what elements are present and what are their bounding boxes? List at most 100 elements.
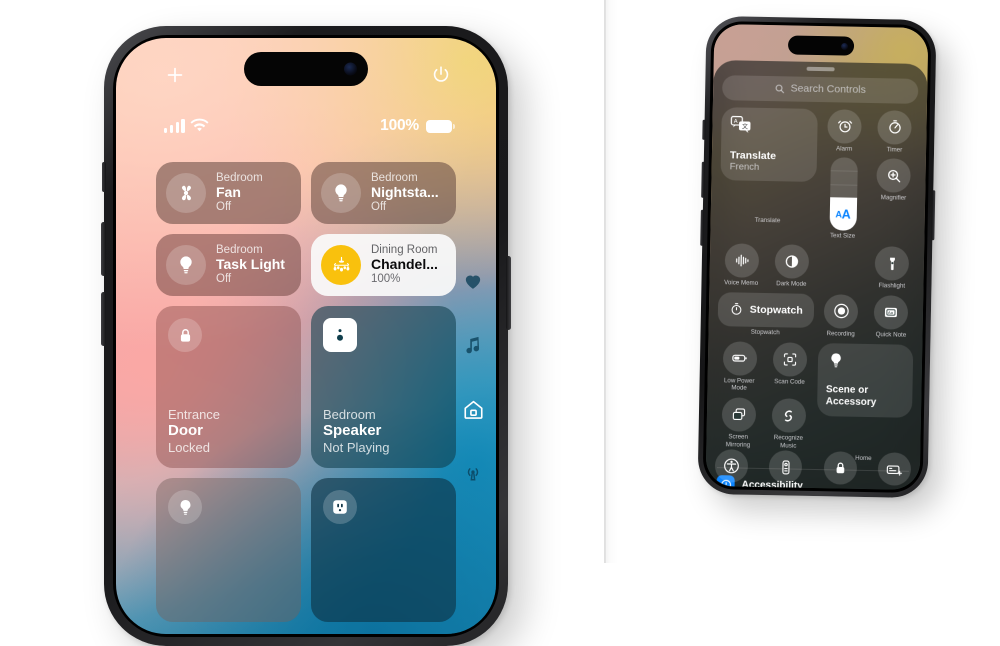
- sensor-icon[interactable]: [462, 462, 484, 484]
- volume-down-button[interactable]: [101, 292, 106, 346]
- controls-grid: A 文 Translate French: [715, 107, 918, 463]
- tile-name: Door: [168, 422, 289, 440]
- timer-icon: [878, 110, 913, 145]
- bulb-icon: [166, 245, 206, 285]
- tile-state: 100%: [371, 273, 438, 286]
- control-low-power-mode[interactable]: Low Power Mode: [716, 341, 762, 393]
- control-voice-memo[interactable]: Voice Memo: [718, 243, 764, 288]
- control-caption: Low Power Mode: [724, 377, 755, 393]
- translate-icon: A 文: [730, 115, 808, 134]
- flashlight-icon: [875, 246, 910, 281]
- tile-room: Dining Room: [371, 244, 438, 257]
- text-size-slider[interactable]: A A: [829, 157, 857, 231]
- control-dark-mode[interactable]: Dark Mode: [769, 244, 815, 289]
- battery-full-icon: [426, 120, 452, 133]
- remote-icon[interactable]: [769, 450, 803, 484]
- control-timer[interactable]: Timer: [872, 110, 918, 155]
- side-power-button[interactable]: [506, 256, 511, 330]
- tile-bedroom-task-light[interactable]: Bedroom Task Light Off: [156, 234, 301, 296]
- tile-bedroom-nightstand[interactable]: Bedroom Nightsta... Off: [311, 162, 456, 224]
- control-scan-code[interactable]: Scan Code: [767, 342, 813, 394]
- music-icon[interactable]: [462, 334, 484, 356]
- quick-note-icon: Aa: [874, 295, 909, 330]
- heart-icon[interactable]: [462, 270, 484, 292]
- control-quick-note[interactable]: Aa Quick Note: [868, 295, 914, 340]
- side-power-button-right[interactable]: [931, 190, 935, 240]
- mute-switch-right[interactable]: [702, 120, 705, 140]
- accessibility-icon[interactable]: [715, 449, 749, 483]
- tile-partial-outlet[interactable]: [311, 478, 456, 622]
- scan-code-icon: [773, 342, 808, 377]
- record-icon: [824, 294, 859, 329]
- wifi-icon: [190, 118, 209, 133]
- control-recognize-music[interactable]: Recognize Music: [766, 398, 812, 450]
- control-caption: Stopwatch: [751, 328, 780, 336]
- screen-mirroring-icon: [721, 397, 756, 432]
- right-phone-device: Search Controls A: [697, 16, 936, 498]
- volume-up-button[interactable]: [101, 222, 106, 276]
- search-icon: [774, 83, 785, 94]
- lock-icon[interactable]: [823, 451, 857, 485]
- scene-title: Scene or Accessory: [826, 384, 904, 409]
- search-input[interactable]: Search Controls: [722, 75, 918, 104]
- waveform-icon: [724, 243, 759, 278]
- control-caption: Timer: [887, 146, 903, 154]
- home-accessory-grid: Bedroom Fan Off Bedro: [156, 162, 456, 622]
- control-alarm[interactable]: Alarm: [822, 109, 868, 154]
- control-scene-or-accessory[interactable]: Scene or Accessory: [816, 343, 913, 418]
- panel-divider-shadow: [604, 0, 618, 563]
- shazam-icon: [772, 398, 807, 433]
- panel-divider-line: [604, 0, 606, 563]
- keyboard-add-icon[interactable]: [878, 452, 912, 486]
- tile-partial-light[interactable]: [156, 478, 301, 622]
- control-stopwatch[interactable]: Stopwatch: [718, 292, 814, 328]
- tile-dining-room-chandelier[interactable]: Dining Room Chandel... 100%: [311, 234, 456, 296]
- control-text-size[interactable]: A A Text Size: [820, 157, 867, 241]
- control-magnifier[interactable]: Magnifier: [871, 158, 917, 217]
- control-translate-widget[interactable]: A 文 Translate French: [720, 107, 817, 182]
- tile-name: Speaker: [323, 422, 444, 440]
- right-phone-wrapper: Search Controls A: [697, 16, 936, 498]
- tile-name: Fan: [216, 185, 263, 201]
- tile-name: Nightsta...: [371, 185, 439, 201]
- text-size-big-glyph: A: [842, 207, 851, 221]
- tile-bedroom-fan[interactable]: Bedroom Fan Off: [156, 162, 301, 224]
- sheet-grabber[interactable]: [807, 67, 835, 71]
- power-icon[interactable]: [430, 64, 452, 86]
- control-caption: Text Size: [830, 232, 855, 240]
- bulb-icon: [168, 490, 202, 524]
- stopwatch-label: Stopwatch: [750, 303, 803, 316]
- alarm-icon: [827, 109, 862, 144]
- tile-name: Task Light: [216, 257, 285, 273]
- control-caption: Flashlight: [879, 282, 906, 290]
- home-category-rail: [462, 270, 484, 484]
- control-caption: Magnifier: [881, 194, 907, 202]
- mute-switch[interactable]: [102, 162, 106, 192]
- tile-bedroom-speaker[interactable]: Bedroom Speaker Not Playing: [311, 306, 456, 468]
- control-screen-mirroring[interactable]: Screen Mirroring: [715, 397, 761, 449]
- control-flashlight[interactable]: Flashlight: [869, 246, 915, 291]
- control-caption: Translate: [755, 217, 781, 225]
- lock-icon: [168, 318, 202, 352]
- home-app-screen: 100%: [116, 38, 496, 634]
- slider-fill: A A: [829, 198, 857, 231]
- tile-entrance-door[interactable]: Entrance Door Locked: [156, 306, 301, 468]
- control-caption: Screen Mirroring: [726, 433, 751, 449]
- home-icon[interactable]: [462, 398, 484, 420]
- volume-down-button-right[interactable]: [700, 210, 704, 246]
- tile-room: Bedroom: [323, 407, 444, 423]
- add-icon[interactable]: [164, 64, 186, 86]
- stopwatch-icon: [729, 302, 744, 317]
- control-caption: Recording: [826, 330, 854, 338]
- tile-text: Bedroom Task Light Off: [216, 244, 285, 285]
- translate-language: French: [730, 161, 808, 173]
- control-recording[interactable]: Recording: [818, 294, 864, 339]
- tile-state: Locked: [168, 440, 289, 456]
- left-phone-device: 100%: [104, 26, 508, 646]
- outlet-icon: [323, 490, 357, 524]
- battery-percent-label: 100%: [380, 117, 419, 135]
- volume-up-button-right[interactable]: [701, 162, 705, 198]
- tile-room: Bedroom: [216, 244, 285, 257]
- tile-room: Bedroom: [371, 172, 439, 185]
- cellular-signal-icon: [164, 119, 185, 133]
